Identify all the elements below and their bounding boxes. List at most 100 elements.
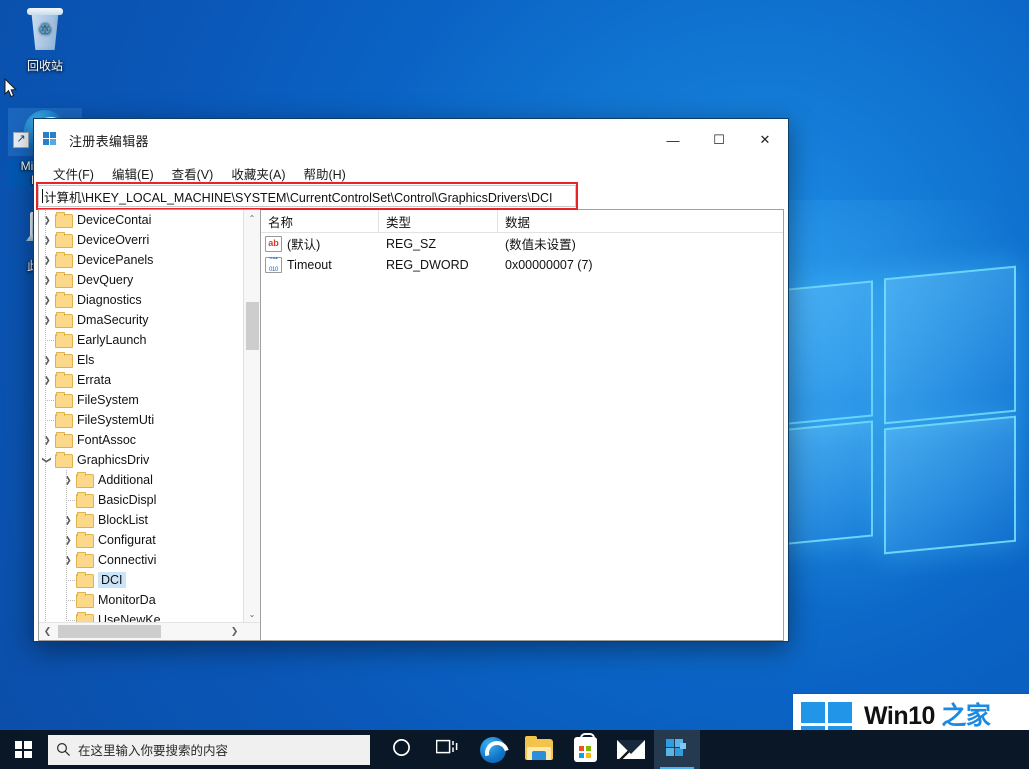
taskbar-task-view[interactable]: [424, 730, 470, 769]
maximize-button[interactable]: ☐: [696, 119, 742, 161]
tree-node[interactable]: ❯DeviceContai: [39, 210, 257, 230]
column-header-name[interactable]: 名称: [261, 210, 379, 232]
tree-node[interactable]: ❯DeviceOverri: [39, 230, 257, 250]
tree-node[interactable]: ❯Additional: [39, 470, 257, 490]
taskbar-cortana[interactable]: [378, 730, 424, 769]
close-button[interactable]: ✕: [742, 119, 788, 161]
scroll-up-button[interactable]: ⌃: [244, 210, 260, 226]
column-header-type[interactable]: 类型: [379, 210, 498, 232]
tree-vertical-scrollbar[interactable]: ⌃ ⌄: [243, 210, 260, 622]
chevron-right-icon[interactable]: ❯: [39, 250, 55, 270]
tree-indent: [39, 610, 60, 622]
window-titlebar[interactable]: 注册表编辑器 — ☐ ✕: [34, 119, 788, 161]
tree-node[interactable]: ❯GraphicsDriv: [39, 450, 257, 470]
table-row[interactable]: TimeoutREG_DWORD0x00000007 (7): [261, 254, 783, 275]
folder-icon: [55, 453, 72, 467]
scroll-right-button[interactable]: ❯: [226, 623, 243, 640]
chevron-right-icon[interactable]: ❯: [60, 550, 76, 570]
address-input[interactable]: 计算机\HKEY_LOCAL_MACHINE\SYSTEM\CurrentCon…: [38, 185, 576, 207]
minimize-button[interactable]: —: [650, 119, 696, 161]
menu-edit[interactable]: 编辑(E): [103, 162, 163, 185]
table-row[interactable]: (默认)REG_SZ(数值未设置): [261, 233, 783, 254]
chevron-right-icon[interactable]: ❯: [60, 470, 76, 490]
desktop-icon-recycle-bin[interactable]: ♻ 回收站: [8, 8, 82, 73]
tree-node[interactable]: ❯Configurat: [39, 530, 257, 550]
edge-icon: [480, 737, 506, 763]
tree-indent: [39, 550, 60, 570]
tree-node[interactable]: ❯BlockList: [39, 510, 257, 530]
registry-editor-icon: [665, 738, 689, 762]
tree-node-label: BasicDispl: [98, 493, 156, 507]
chevron-right-icon[interactable]: ❯: [60, 510, 76, 530]
chevron-right-icon[interactable]: ❯: [39, 290, 55, 310]
value-name-cell: (默认): [261, 234, 379, 253]
tree-node-label: DCI: [98, 572, 126, 588]
chevron-right-icon[interactable]: ❯: [39, 310, 55, 330]
tree-node-label: MonitorDa: [98, 593, 156, 607]
menu-view[interactable]: 查看(V): [163, 162, 223, 185]
taskbar-search-box[interactable]: 在这里输入你要搜索的内容: [48, 735, 370, 765]
taskbar-registry-editor[interactable]: [654, 730, 700, 769]
chevron-right-icon[interactable]: ❯: [39, 270, 55, 290]
chevron-right-icon[interactable]: ❯: [39, 370, 55, 390]
tree-node[interactable]: DCI: [39, 570, 257, 590]
taskbar[interactable]: 在这里输入你要搜索的内容: [0, 730, 1029, 769]
list-column-headers[interactable]: 名称 类型 数据: [261, 210, 783, 233]
taskbar-mail[interactable]: [608, 730, 654, 769]
windows-start-icon: [15, 741, 32, 758]
watermark-title: Win10 之家: [864, 702, 990, 730]
taskbar-pinned-items[interactable]: [378, 730, 700, 769]
chevron-right-icon[interactable]: ❯: [39, 350, 55, 370]
tree-node[interactable]: ❯Diagnostics: [39, 290, 257, 310]
tree-node-label: Errata: [77, 373, 111, 387]
taskbar-microsoft-edge[interactable]: [470, 730, 516, 769]
tree-node[interactable]: FileSystemUti: [39, 410, 257, 430]
tree-indent: [39, 470, 60, 490]
value-type-cell: REG_DWORD: [379, 258, 498, 272]
registry-editor-window[interactable]: 注册表编辑器 — ☐ ✕ 文件(F) 编辑(E) 查看(V) 收藏夹(A) 帮助…: [33, 118, 789, 642]
tree-node[interactable]: FileSystem: [39, 390, 257, 410]
taskbar-system-tray[interactable]: [1023, 730, 1029, 769]
tree-horizontal-scrollbar[interactable]: ❮ ❯: [39, 622, 260, 640]
scrollbar-thumb[interactable]: [246, 302, 259, 350]
tree-node-label: Els: [77, 353, 94, 367]
scroll-down-button[interactable]: ⌄: [244, 606, 260, 622]
chevron-right-icon[interactable]: ❯: [39, 210, 55, 230]
tree-node[interactable]: MonitorDa: [39, 590, 257, 610]
chevron-right-icon[interactable]: ❯: [39, 230, 55, 250]
tree-node[interactable]: ❯DevicePanels: [39, 250, 257, 270]
tree-node[interactable]: ❯DevQuery: [39, 270, 257, 290]
tree-node[interactable]: ❯Connectivi: [39, 550, 257, 570]
menu-file[interactable]: 文件(F): [44, 162, 103, 185]
chevron-right-icon[interactable]: ❯: [39, 430, 55, 450]
folder-icon: [76, 613, 93, 622]
tree-node[interactable]: ❯DmaSecurity: [39, 310, 257, 330]
tree-node[interactable]: EarlyLaunch: [39, 330, 257, 350]
scroll-left-button[interactable]: ❮: [39, 623, 56, 640]
scrollbar-thumb-horizontal[interactable]: [58, 625, 161, 638]
registry-tree-pane[interactable]: ❯DeviceContai❯DeviceOverri❯DevicePanels❯…: [38, 209, 260, 641]
chevron-right-icon[interactable]: ❯: [60, 530, 76, 550]
binary-value-icon: [265, 257, 282, 273]
folder-icon: [76, 473, 93, 487]
start-button[interactable]: [0, 730, 46, 769]
desktop[interactable]: ♻ 回收站 ↗ Microsoft Edge 此电脑 注册表编辑器: [0, 0, 1029, 769]
tree-node[interactable]: ❯FontAssoc: [39, 430, 257, 450]
tree-node[interactable]: ❯ Errata: [39, 370, 257, 390]
tree-indent: [39, 590, 60, 610]
tree-scroll-area[interactable]: ❯DeviceContai❯DeviceOverri❯DevicePanels❯…: [39, 210, 260, 622]
menu-bar[interactable]: 文件(F) 编辑(E) 查看(V) 收藏夹(A) 帮助(H): [34, 161, 788, 185]
address-bar-area: 计算机\HKEY_LOCAL_MACHINE\SYSTEM\CurrentCon…: [34, 185, 788, 208]
tree-node[interactable]: BasicDispl: [39, 490, 257, 510]
tree-node[interactable]: UseNewKe: [39, 610, 257, 622]
taskbar-microsoft-store[interactable]: [562, 730, 608, 769]
window-controls[interactable]: — ☐ ✕: [650, 119, 788, 161]
column-header-data[interactable]: 数据: [498, 210, 783, 232]
menu-help[interactable]: 帮助(H): [294, 162, 354, 185]
value-type-cell: REG_SZ: [379, 237, 498, 251]
registry-values-pane[interactable]: 名称 类型 数据 (默认)REG_SZ(数值未设置)TimeoutREG_DWO…: [260, 209, 784, 641]
tree-node[interactable]: ❯ Els: [39, 350, 257, 370]
desktop-icon-label: 回收站: [8, 59, 82, 73]
menu-favorites[interactable]: 收藏夹(A): [222, 162, 294, 185]
taskbar-file-explorer[interactable]: [516, 730, 562, 769]
